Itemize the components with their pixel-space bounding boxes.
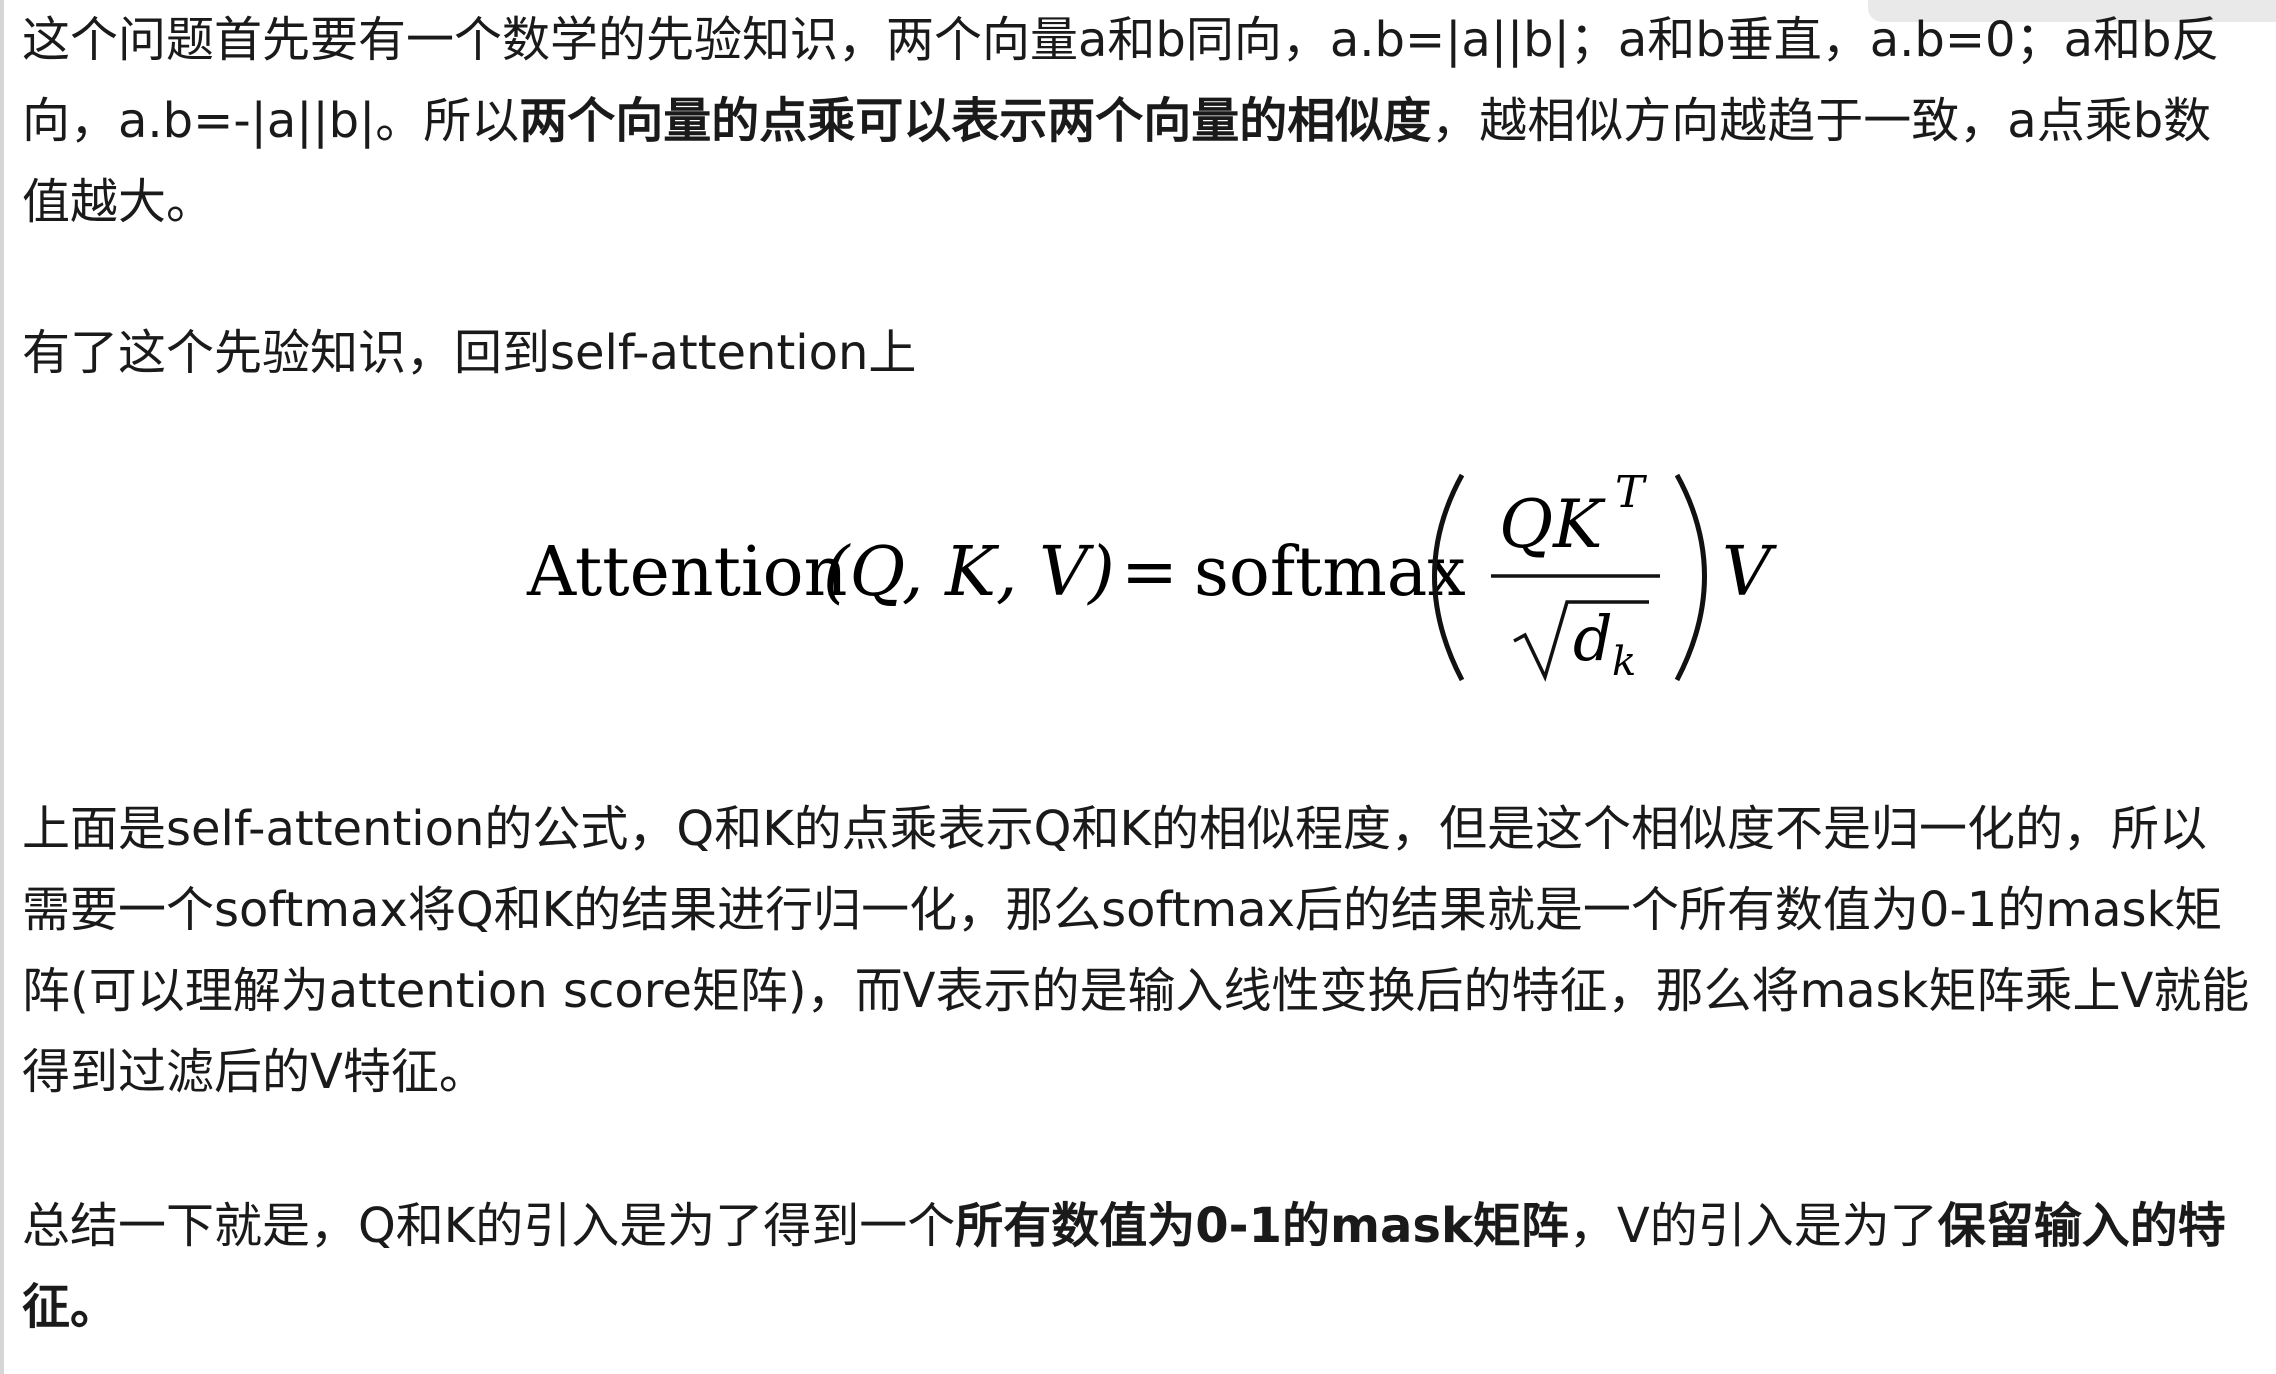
- formula-trailing: V: [1722, 533, 1777, 612]
- p1-bold-similarity: 两个向量的点乘可以表示两个向量的相似度: [519, 93, 1432, 149]
- formula-denominator: d: [1573, 602, 1613, 675]
- formula-numerator-sup: T: [1615, 467, 1648, 518]
- attention-formula-svg: Attention (Q, K, V) = softmax QK T d k V: [526, 467, 1777, 685]
- left-border: [0, 0, 4, 1374]
- paragraph-back-to-self-attention: 有了这个先验知识，回到self-attention上: [22, 325, 917, 381]
- formula-func: softmax: [1194, 533, 1466, 612]
- formula-lhs-name: Attention: [526, 533, 847, 612]
- p4-text-b: ，V的引入是为了: [1568, 1198, 1938, 1254]
- formula-denominator-sub: k: [1612, 639, 1636, 685]
- p4-text-a: 总结一下就是，Q和K的引入是为了得到一个: [22, 1198, 956, 1254]
- paragraph-formula-explanation: 上面是self-attention的公式，Q和K的点乘表示Q和K的相似程度，但是…: [22, 801, 2250, 1100]
- paragraph-prior-knowledge: 这个问题首先要有一个数学的先验知识，两个向量a和b同向，a.b=|a||b|；a…: [22, 0, 2252, 243]
- formula-lhs-args: (Q, K, V): [823, 533, 1115, 612]
- p4-bold-mask: 所有数值为0-1的mask矩阵: [955, 1198, 1569, 1254]
- attention-formula: Attention (Q, K, V) = softmax QK T d k V: [526, 465, 1827, 695]
- paragraph-summary: 总结一下就是，Q和K的引入是为了得到一个所有数值为0-1的mask矩阵，V的引入…: [22, 1186, 2252, 1348]
- formula-numerator: QK: [1499, 486, 1606, 563]
- formula-equals: =: [1121, 533, 1178, 612]
- formula-right-paren: [1674, 473, 1707, 682]
